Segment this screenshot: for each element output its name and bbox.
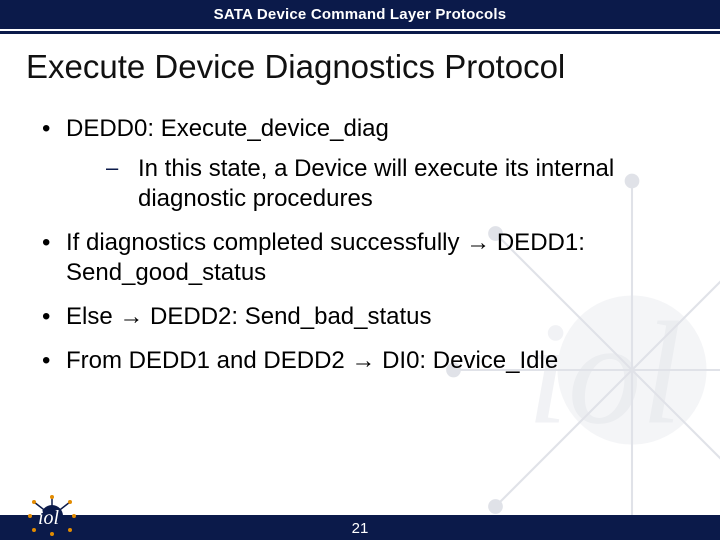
bullet-item: If diagnostics completed successfully → …: [40, 228, 680, 288]
header-subtitle: SATA Device Command Layer Protocols: [0, 0, 720, 29]
bullet-item: Else → DEDD2: Send_bad_status: [40, 302, 680, 332]
slide-body: DEDD0: Execute_device_diag In this state…: [0, 96, 720, 376]
bullet-text: From DEDD1 and DEDD2 → DI0: Device_Idle: [66, 347, 558, 374]
subbullet-text: In this state, a Device will execute its…: [138, 155, 614, 212]
page-number: 21: [0, 518, 720, 540]
slide-title: Execute Device Diagnostics Protocol: [0, 34, 720, 96]
bullet-text: If diagnostics completed successfully → …: [66, 229, 585, 286]
slide-footer: 21 iol: [0, 496, 720, 540]
bullet-text: Else → DEDD2: Send_bad_status: [66, 303, 432, 330]
iol-logo-icon: iol: [18, 494, 80, 536]
bullet-text: DEDD0: Execute_device_diag: [66, 115, 389, 142]
bullet-item: DEDD0: Execute_device_diag In this state…: [40, 114, 680, 214]
bullet-item: From DEDD1 and DEDD2 → DI0: Device_Idle: [40, 346, 680, 376]
subbullet-item: In this state, a Device will execute its…: [66, 154, 680, 214]
svg-text:iol: iol: [38, 507, 60, 529]
